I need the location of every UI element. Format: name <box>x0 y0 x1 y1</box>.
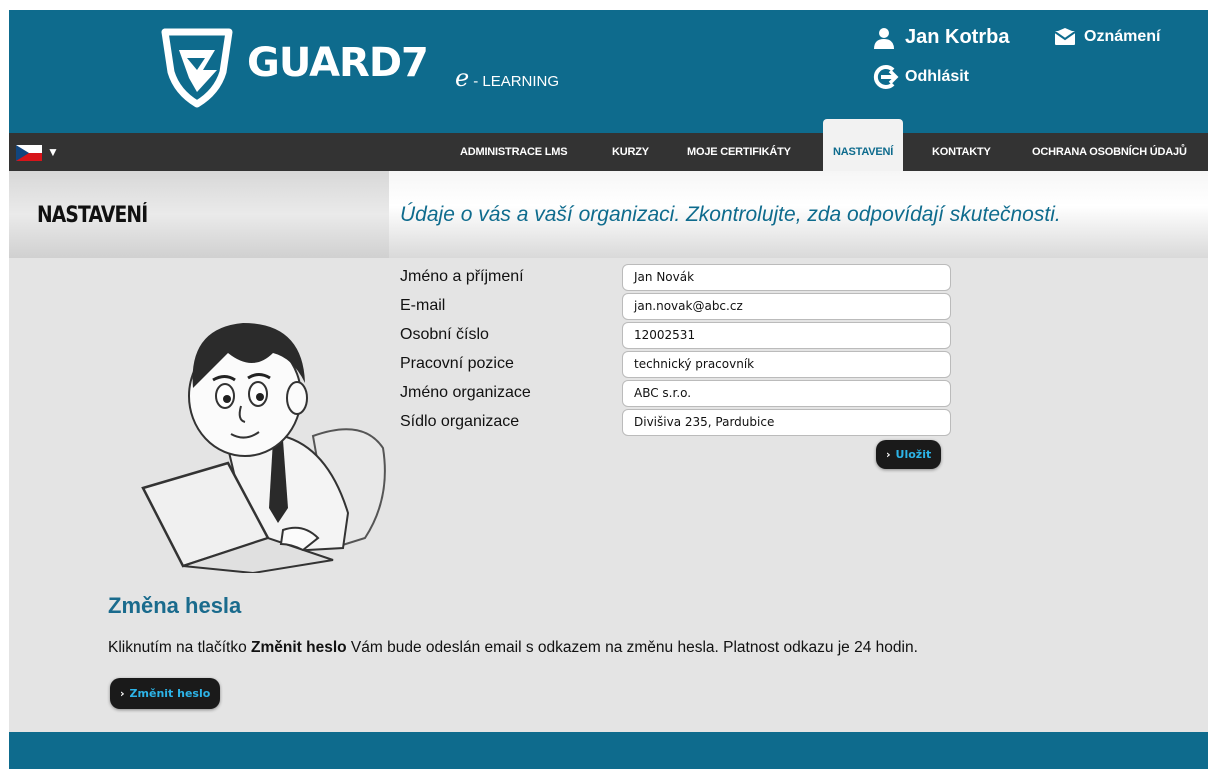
main-navigation: ▼ ADMINISTRACE LMS KURZY MOJE CERTIFIKÁT… <box>9 119 1208 171</box>
organization-name-field[interactable]: ABC s.r.o. <box>622 380 951 407</box>
organization-address-field[interactable]: Divišiva 235, Pardubice <box>622 409 951 436</box>
user-name: Jan Kotrba <box>905 26 1010 48</box>
personal-number-field[interactable]: 12002531 <box>622 322 951 349</box>
password-text-bold: Změnit heslo <box>251 639 347 656</box>
change-password-button-label: Změnit heslo <box>129 687 211 700</box>
change-password-button[interactable]: › Změnit heslo <box>110 678 221 709</box>
brand-e: e <box>455 64 470 92</box>
nav-item-moje-certifikaty[interactable]: MOJE CERTIFIKÁTY <box>687 133 791 171</box>
password-text-after: Vám bude odeslán email s odkazem na změn… <box>346 639 918 656</box>
field-label-organization-address: Sídlo organizace <box>400 413 520 430</box>
position-field[interactable]: technický pracovník <box>622 351 951 378</box>
language-caret-icon[interactable]: ▼ <box>47 145 59 159</box>
user-menu[interactable]: Jan Kotrba <box>873 26 1009 49</box>
nav-item-kontakty[interactable]: KONTAKTY <box>932 133 991 171</box>
footer <box>9 732 1208 769</box>
shield-logo-icon <box>161 28 233 108</box>
notifications-link[interactable]: Oznámení <box>1054 28 1160 46</box>
page-title: NASTAVENÍ <box>37 203 148 228</box>
czech-flag-icon[interactable] <box>16 145 42 161</box>
nav-item-ochrana-osobnich-udaju[interactable]: OCHRANA OSOBNÍCH ÚDAJŮ <box>1032 133 1187 171</box>
logo[interactable]: GUARD7 e- LEARNING <box>159 26 559 108</box>
envelope-icon <box>1054 28 1076 45</box>
page-frame: GUARD7 e- LEARNING Jan Kotrba Oznámení O… <box>9 10 1208 769</box>
password-section-title: Změna hesla <box>108 593 242 618</box>
logout-link[interactable]: Odhlásit <box>873 64 969 90</box>
logout-icon <box>873 65 899 89</box>
user-icon <box>874 27 894 49</box>
brand-subtitle: e- LEARNING <box>455 64 559 92</box>
name-field[interactable]: Jan Novák <box>622 264 951 291</box>
email-field[interactable]: jan.novak@abc.cz <box>622 293 951 320</box>
chevron-right-icon: › <box>886 448 891 461</box>
password-text-before: Kliknutím na tlačítko <box>108 639 252 656</box>
brand-learning: - LEARNING <box>473 73 560 90</box>
field-label-organization-name: Jméno organizace <box>400 384 531 401</box>
nav-item-kurzy[interactable]: KURZY <box>612 133 649 171</box>
logout-label: Odhlásit <box>905 68 970 85</box>
person-with-laptop-illustration <box>141 323 386 573</box>
field-label-position: Pracovní pozice <box>400 355 514 372</box>
title-band: NASTAVENÍ Údaje o vás a vaší organizaci.… <box>9 171 1208 258</box>
page-subtitle: Údaje o vás a vaší organizaci. Zkontrolu… <box>400 203 1061 226</box>
header: GUARD7 e- LEARNING Jan Kotrba Oznámení O… <box>9 10 1208 133</box>
field-label-email: E-mail <box>400 297 446 314</box>
chevron-right-icon: › <box>120 687 125 700</box>
password-section-text: Kliknutím na tlačítko Změnit heslo Vám b… <box>108 639 918 657</box>
brand-name: GUARD7 <box>247 40 429 86</box>
nav-item-administrace-lms[interactable]: ADMINISTRACE LMS <box>460 133 568 171</box>
save-button-label: Uložit <box>895 448 932 461</box>
field-label-personal-number: Osobní číslo <box>400 326 489 343</box>
notifications-label: Oznámení <box>1084 28 1161 45</box>
save-button[interactable]: › Uložit <box>876 440 942 469</box>
field-label-name: Jméno a příjmení <box>400 268 524 285</box>
nav-item-nastaveni[interactable]: NASTAVENÍ <box>823 119 904 171</box>
